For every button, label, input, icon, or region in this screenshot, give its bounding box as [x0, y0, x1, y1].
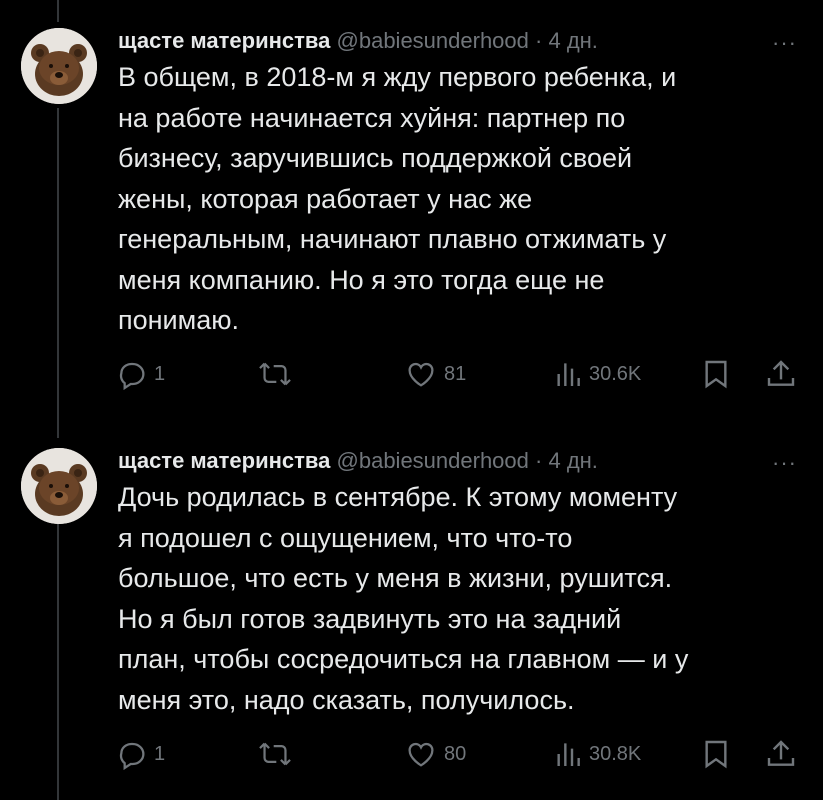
author-handle[interactable]: @babiesunderhood — [337, 28, 529, 53]
timestamp[interactable]: 4 дн. — [548, 448, 597, 473]
tweet-text: В общем, в 2018-м я жду первого ребенка,… — [118, 62, 677, 335]
views-count: 30.6K — [589, 362, 642, 385]
reply-button[interactable]: 1 — [116, 358, 165, 390]
tweet-actions: 1 80 30.8K — [0, 738, 823, 778]
share-icon — [767, 360, 795, 386]
retweet-icon — [259, 362, 291, 386]
views-count: 30.8K — [589, 742, 642, 765]
more-icon[interactable]: ··· — [772, 30, 797, 56]
reply-count: 1 — [154, 362, 166, 385]
views-icon — [557, 363, 580, 386]
like-button[interactable]: 80 — [404, 738, 466, 770]
separator: · — [535, 28, 543, 53]
tweet[interactable]: щасте материнства @babiesunderhood · 4 д… — [0, 0, 823, 420]
author-name[interactable]: щасте материнства — [118, 448, 330, 473]
tweet-text: Дочь родилась в сентябре. К этому момент… — [118, 482, 689, 715]
like-icon — [408, 742, 434, 767]
like-icon — [408, 362, 434, 387]
retweet-button[interactable] — [258, 358, 298, 390]
reply-button[interactable]: 1 — [116, 738, 165, 770]
timestamp[interactable]: 4 дн. — [548, 28, 597, 53]
share-icon — [767, 740, 795, 766]
views-button[interactable]: 30.8K — [553, 738, 641, 770]
like-count: 80 — [444, 742, 467, 765]
like-button[interactable]: 81 — [404, 358, 466, 390]
tweet-header: щасте материнства @babiesunderhood · 4 д… — [118, 446, 598, 476]
author-handle[interactable]: @babiesunderhood — [337, 448, 529, 473]
like-count: 81 — [444, 362, 467, 385]
tweet-header: щасте материнства @babiesunderhood · 4 д… — [118, 26, 598, 56]
bookmark-icon — [705, 740, 727, 769]
reply-count: 1 — [154, 742, 166, 765]
share-button[interactable] — [765, 358, 797, 390]
share-button[interactable] — [765, 738, 797, 770]
retweet-button[interactable] — [258, 738, 298, 770]
avatar[interactable] — [21, 448, 97, 524]
tweet[interactable]: щасте материнства @babiesunderhood · 4 д… — [0, 420, 823, 800]
bookmark-icon — [705, 360, 727, 389]
more-icon[interactable]: ··· — [772, 450, 797, 476]
views-button[interactable]: 30.6K — [553, 358, 641, 390]
separator: · — [535, 448, 543, 473]
author-name[interactable]: щасте материнства — [118, 28, 330, 53]
tweet-actions: 1 81 30.6K — [0, 358, 823, 398]
bookmark-button[interactable] — [702, 358, 730, 390]
avatar[interactable] — [21, 28, 97, 104]
reply-icon — [119, 362, 145, 390]
reply-icon — [119, 742, 145, 770]
bookmark-button[interactable] — [702, 738, 730, 770]
retweet-icon — [259, 742, 291, 766]
views-icon — [557, 743, 580, 766]
